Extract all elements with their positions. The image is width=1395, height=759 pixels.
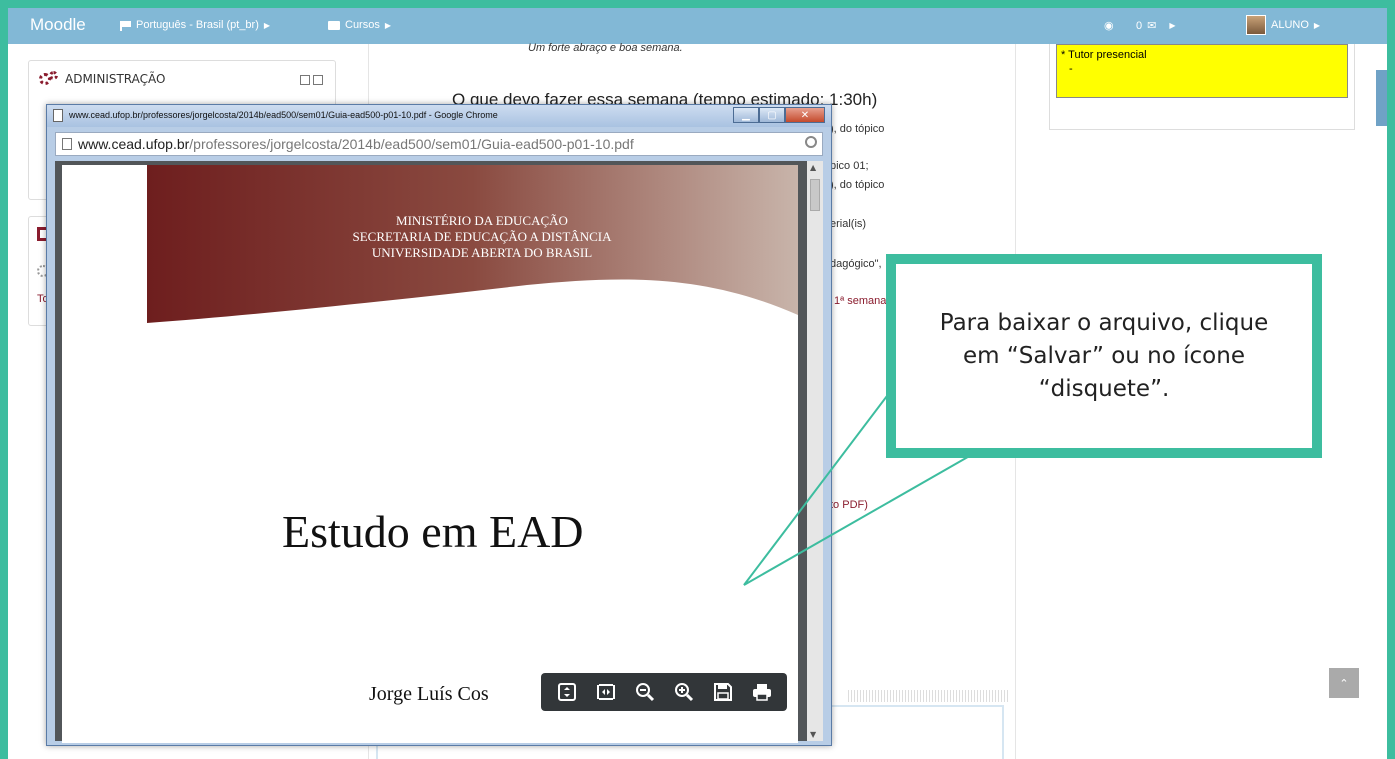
collapse-block-icon[interactable] [300, 75, 310, 85]
address-bar[interactable]: www.cead.ufop.br/professores/jorgelcosta… [55, 132, 823, 156]
moodle-brand[interactable]: Moodle [30, 15, 86, 35]
avatar [1246, 15, 1266, 35]
page-scrollbar-thumb[interactable] [1376, 70, 1387, 126]
user-name: ALUNO [1271, 19, 1309, 31]
url-text: www.cead.ufop.br/professores/jorgelcosta… [78, 136, 634, 152]
clock-icon: ◉ [1104, 20, 1114, 32]
language-label: Português - Brasil (pt_br) [136, 19, 259, 31]
url-path: /professores/jorgelcosta/2014b/ead500/se… [189, 136, 634, 152]
banner-line: UNIVERSIDADE ABERTA DO BRASIL [371, 245, 593, 260]
page-icon [62, 138, 72, 150]
envelope-icon: ✉ [1147, 20, 1157, 32]
content-fragment: erial(is) [830, 218, 867, 230]
back-to-top-button[interactable]: ⌃ [1329, 668, 1359, 698]
save-disk-icon[interactable] [710, 679, 736, 705]
greeting-text: Um forte abraço e boa semana. [528, 42, 683, 54]
caret-right-icon: ▶ [1169, 21, 1176, 30]
close-button[interactable]: ✕ [785, 107, 825, 123]
fit-page-icon[interactable] [554, 679, 580, 705]
zoom-in-icon[interactable] [671, 679, 697, 705]
administration-header: ADMINISTRAÇÃO [29, 61, 335, 97]
week-link-fragment[interactable]: 1ª semana [834, 295, 886, 307]
divider [848, 690, 1008, 702]
callout-body: Para baixar o arquivo, clique em “Salvar… [896, 264, 1312, 448]
banner-text: MINISTÉRIO DA EDUCAÇÃO SECRETARIA DE EDU… [312, 213, 652, 261]
scroll-down-icon[interactable]: ▼ [810, 730, 816, 739]
caret-right-icon: ▶ [1313, 20, 1321, 30]
tutor-value: - [1069, 63, 1073, 75]
pdf-toolbar [541, 673, 787, 711]
language-menu[interactable]: Português - Brasil (pt_br) ▶ [120, 19, 270, 31]
zoom-out-icon[interactable] [632, 679, 658, 705]
block-controls [300, 75, 323, 85]
pdf-link-fragment[interactable]: to PDF) [830, 499, 868, 511]
banner-line: MINISTÉRIO DA EDUCAÇÃO [396, 213, 568, 228]
scrollbar-thumb[interactable] [810, 179, 820, 211]
notifications-menu[interactable]: ◉ [1104, 19, 1114, 32]
content-fragment: ), do tópico [830, 179, 885, 191]
administration-title: ADMINISTRAÇÃO [65, 72, 166, 86]
instruction-callout: Para baixar o arquivo, clique em “Salvar… [886, 254, 1322, 458]
top-navbar: Moodle Português - Brasil (pt_br) ▶ Curs… [8, 8, 1387, 44]
maximize-button[interactable]: ▢ [759, 107, 785, 123]
gears-icon [39, 71, 59, 87]
pdf-page: MINISTÉRIO DA EDUCAÇÃO SECRETARIA DE EDU… [62, 165, 798, 743]
caret-right-icon: ▶ [263, 20, 271, 30]
print-icon[interactable] [749, 679, 775, 705]
tutor-label: * Tutor presencial [1061, 49, 1147, 61]
user-menu[interactable]: ALUNO ▶ [1246, 15, 1320, 35]
flag-icon [120, 20, 131, 31]
banner-line: SECRETARIA DE EDUCAÇÃO A DISTÂNCIA [352, 229, 612, 244]
callout-text: Para baixar o arquivo, clique em “Salvar… [939, 309, 1269, 402]
search-icon[interactable] [805, 136, 817, 148]
chevron-up-icon: ⌃ [1339, 676, 1349, 690]
fit-width-icon[interactable] [593, 679, 619, 705]
briefcase-icon [328, 20, 340, 30]
url-host: www.cead.ufop.br [78, 136, 190, 152]
scroll-up-icon[interactable]: ▲ [810, 163, 816, 172]
pdf-popup-window: www.cead.ufop.br/professores/jorgelcosta… [46, 104, 832, 746]
caret-right-icon: ▶ [384, 20, 391, 30]
window-controls: ▁ ▢ ✕ [733, 107, 825, 123]
popup-titlebar[interactable]: www.cead.ufop.br/professores/jorgelcosta… [47, 105, 831, 127]
pdf-author: Jorge Luís Cos [369, 683, 489, 705]
content-fragment: pico 01; [830, 160, 869, 172]
content-fragment: dagógico", [830, 258, 882, 270]
courses-menu[interactable]: Cursos ▶ [328, 19, 391, 31]
courses-label: Cursos [345, 19, 380, 31]
pdf-scrollbar[interactable]: ▲ ▼ [807, 161, 823, 741]
content-fragment: ), do tópico [830, 123, 885, 135]
pdf-title: Estudo em EAD [282, 506, 584, 557]
messages-menu[interactable]: 0 ✉ ▶ [1136, 19, 1176, 33]
page-icon [53, 109, 63, 122]
pdf-viewer: MINISTÉRIO DA EDUCAÇÃO SECRETARIA DE EDU… [55, 161, 823, 743]
popup-title: www.cead.ufop.br/professores/jorgelcosta… [69, 110, 498, 120]
messages-count: 0 [1136, 19, 1143, 32]
tutor-box: * Tutor presencial - [1056, 44, 1348, 98]
minimize-button[interactable]: ▁ [733, 107, 759, 123]
dock-block-icon[interactable] [313, 75, 323, 85]
